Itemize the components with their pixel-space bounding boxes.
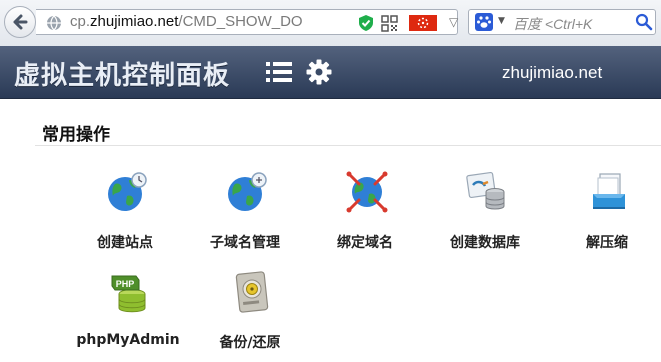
address-bar[interactable]: cp.zhujimiao.net/CMD_SHOW_DO ▽ ↻ bbox=[36, 9, 481, 35]
action-label: 绑定域名 bbox=[337, 235, 393, 251]
action-extract[interactable]: 解压缩 bbox=[547, 170, 661, 260]
url-path: /CMD_SHOW_DO bbox=[178, 13, 303, 30]
action-label: 解压缩 bbox=[586, 235, 628, 251]
back-arrow-icon bbox=[13, 14, 28, 30]
action-label: 备份/还原 bbox=[219, 335, 281, 351]
site-name[interactable]: zhujimiao.net bbox=[502, 63, 602, 83]
url-text[interactable]: cp.zhujimiao.net/CMD_SHOW_DO bbox=[70, 13, 352, 30]
url-domain: zhujimiao.net bbox=[90, 13, 179, 30]
php-database-icon: PHP bbox=[111, 275, 146, 313]
shield-icon[interactable] bbox=[358, 14, 374, 32]
action-label: 创建站点 bbox=[97, 235, 153, 251]
qr-code-icon[interactable] bbox=[381, 15, 398, 32]
action-create-database[interactable]: 创建数据库 bbox=[425, 170, 545, 260]
action-phpmyadmin[interactable]: PHP phpMyAdmin bbox=[68, 270, 188, 360]
globe-icon bbox=[47, 15, 61, 31]
action-label: 创建数据库 bbox=[450, 235, 520, 251]
action-subdomain-manage[interactable]: 子域名管理 bbox=[185, 170, 305, 260]
search-input[interactable]: 百度 <Ctrl+K bbox=[513, 14, 631, 34]
globe-bind-icon bbox=[346, 171, 388, 213]
baidu-paw-icon[interactable] bbox=[475, 13, 493, 31]
action-label: 子域名管理 bbox=[210, 235, 280, 251]
section-divider bbox=[35, 145, 661, 146]
browser-toolbar: cp.zhujimiao.net/CMD_SHOW_DO ▽ ↻ ▼ bbox=[0, 0, 661, 47]
magnifier-icon[interactable] bbox=[635, 13, 653, 31]
globe-site-icon bbox=[108, 172, 147, 211]
url-prefix: cp. bbox=[70, 13, 91, 30]
panel-title: 虚拟主机控制面板 bbox=[14, 61, 231, 91]
mysql-database-icon bbox=[466, 171, 505, 210]
backup-disk-icon bbox=[235, 271, 269, 313]
globe-subdomain-icon bbox=[228, 172, 267, 211]
archive-box-icon bbox=[593, 173, 625, 209]
search-bar[interactable]: ▼ 百度 <Ctrl+K bbox=[468, 9, 656, 35]
dropdown-arrow-icon[interactable]: ▽ bbox=[449, 15, 458, 29]
menu-icon[interactable] bbox=[266, 60, 292, 84]
search-engine-dropdown-icon[interactable]: ▼ bbox=[498, 16, 505, 26]
back-button[interactable] bbox=[4, 6, 36, 38]
section-title: 常用操作 bbox=[42, 125, 110, 145]
svg-text:PHP: PHP bbox=[116, 279, 135, 289]
hk-flag-icon[interactable] bbox=[409, 15, 437, 31]
action-bind-domain[interactable]: 绑定域名 bbox=[305, 170, 425, 260]
action-label: phpMyAdmin bbox=[76, 332, 180, 348]
gear-icon[interactable] bbox=[306, 59, 332, 85]
action-create-site[interactable]: 创建站点 bbox=[65, 170, 185, 260]
action-backup-restore[interactable]: 备份/还原 bbox=[190, 270, 310, 360]
panel-header: 虚拟主机控制面板 zhujimiao.net bbox=[0, 46, 661, 99]
